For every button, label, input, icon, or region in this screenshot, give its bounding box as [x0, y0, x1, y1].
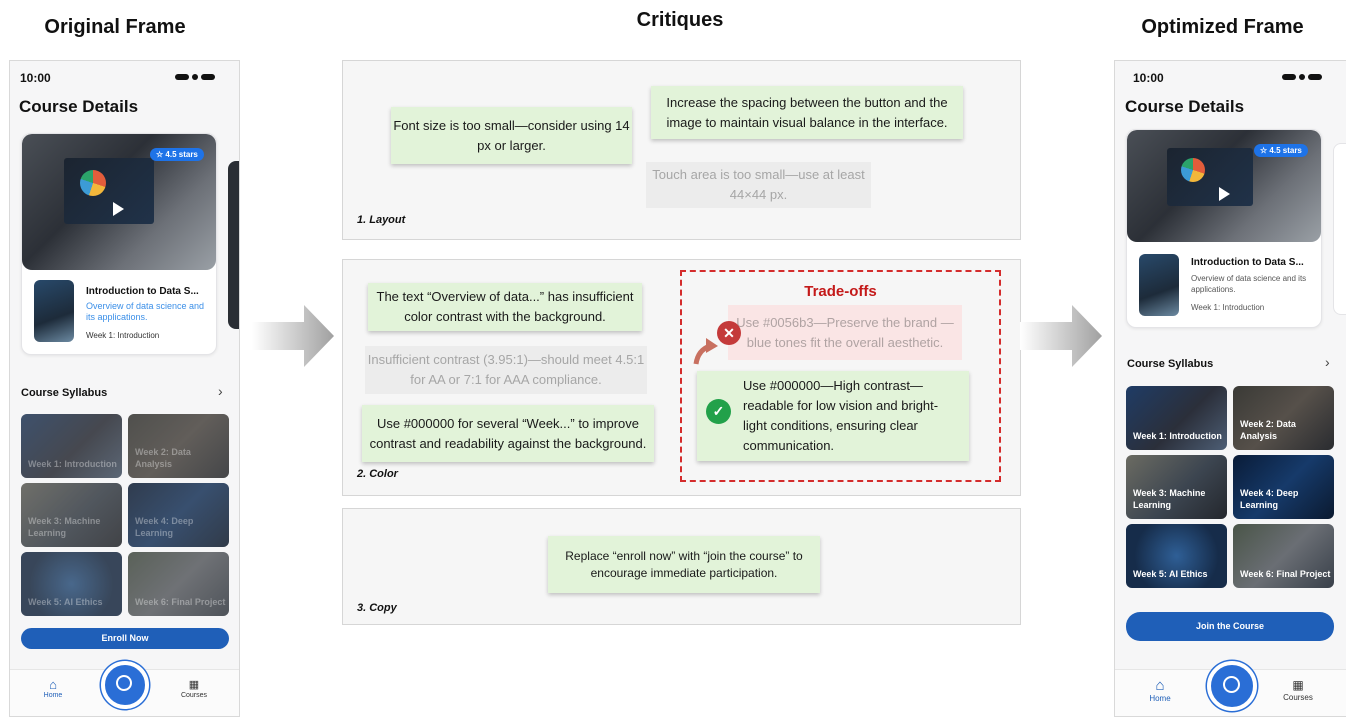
syllabus-tile-week1[interactable]: Week 1: Introduction — [1126, 386, 1227, 450]
tile-label: Week 5: AI Ethics — [1133, 569, 1208, 579]
courses-icon: ▦ — [1292, 678, 1304, 692]
rating-badge: ☆ 4.5 stars — [1254, 144, 1308, 157]
rating-badge: ☆ 4.5 stars — [150, 148, 204, 161]
nav-home-label: Home — [43, 692, 63, 699]
course-title[interactable]: Introduction to Data S... — [86, 286, 199, 297]
contrast-text-critique: The text “Overview of data...” has insuf… — [368, 283, 642, 331]
home-icon: ⌂ — [1155, 677, 1165, 694]
course-description: Overview of data science and its applica… — [1191, 274, 1307, 294]
syllabus-tile-week2[interactable]: Week 2: Data Analysis — [1233, 386, 1334, 450]
chat-fab[interactable] — [101, 661, 149, 709]
tile-label: Week 1: Introduction — [1133, 431, 1222, 441]
original-frame-heading: Original Frame — [44, 16, 186, 38]
nav-courses-label: Courses — [1283, 693, 1313, 702]
rating-text: 4.5 stars — [1269, 146, 1302, 155]
optimized-frame-heading: Optimized Frame — [1141, 16, 1304, 38]
nav-courses-label: Courses — [180, 692, 208, 699]
syllabus-tile-week5[interactable]: Week 5: AI Ethics — [21, 552, 122, 616]
nav-home[interactable]: ⌂ Home — [1145, 677, 1175, 704]
optimized-phone-frame: 10:00 Course Details ☆ 4.5 stars Introdu… — [1114, 60, 1346, 717]
critiques-heading: Critiques — [636, 9, 724, 31]
chat-fab[interactable] — [1207, 661, 1257, 711]
course-card[interactable]: ☆ 4.5 stars Introduction to Data S... Ov… — [1126, 129, 1322, 328]
tile-label: Week 6: Final Project — [1240, 569, 1331, 579]
tile-label: Week 2: Data Analysis — [1240, 419, 1296, 441]
tile-label: Week 3: Machine Learning — [28, 516, 101, 538]
status-time: 10:00 — [1133, 71, 1164, 85]
page-title: Course Details — [19, 97, 139, 116]
touch-area-critique: Touch area is too small—use at least 44×… — [646, 162, 871, 208]
tile-label: Week 5: AI Ethics — [28, 597, 103, 607]
chat-icon — [1223, 676, 1240, 693]
syllabus-title: Course Syllabus — [21, 387, 108, 399]
syllabus-tile-week3[interactable]: Week 3: Machine Learning — [21, 483, 122, 547]
tile-label: Week 3: Machine Learning — [1133, 488, 1206, 510]
status-icons — [1282, 74, 1322, 80]
tile-label: Week 6: Final Project — [135, 597, 226, 607]
accepted-option: Use #000000—High contrast—readable for l… — [697, 371, 969, 461]
nav-home[interactable]: ⌂ Home — [38, 677, 68, 700]
tile-label: Week 4: Deep Learning — [135, 516, 194, 538]
syllabus-tile-week1[interactable]: Week 1: Introduction — [21, 414, 122, 478]
week-color-critique: Use #000000 for several “Week...” to imp… — [362, 405, 654, 462]
flow-arrow-right — [1020, 305, 1102, 367]
color-label: 2. Color — [357, 468, 398, 480]
chat-icon — [116, 675, 132, 691]
tradeoffs-title: Trade-offs — [804, 283, 877, 300]
copy-label: 3. Copy — [357, 602, 397, 614]
contrast-ratio-critique: Insufficient contrast (3.95:1)—should me… — [365, 346, 647, 394]
course-week: Week 1: Introduction — [1191, 303, 1265, 312]
course-thumbnail — [1139, 254, 1179, 316]
syllabus-tile-week4[interactable]: Week 4: Deep Learning — [1233, 455, 1334, 519]
course-hero-image: ☆ 4.5 stars — [22, 134, 216, 270]
next-card-peek[interactable] — [1333, 143, 1346, 315]
play-icon[interactable] — [113, 202, 124, 216]
syllabus-tile-week6[interactable]: Week 6: Final Project — [1233, 524, 1334, 588]
next-card-peek[interactable] — [228, 161, 239, 329]
course-card[interactable]: ☆ 4.5 stars Introduction to Data S... Ov… — [21, 133, 217, 355]
chevron-right-icon[interactable]: › — [218, 383, 223, 399]
tile-label: Week 1: Introduction — [28, 459, 117, 469]
courses-icon: ▦ — [188, 679, 200, 691]
join-course-button[interactable]: Join the Course — [1126, 612, 1334, 641]
nav-courses[interactable]: ▦ Courses — [1280, 678, 1316, 702]
syllabus-tile-week2[interactable]: Week 2: Data Analysis — [128, 414, 229, 478]
tile-label: Week 2: Data Analysis — [135, 447, 191, 469]
accepted-option-text: Use #000000—High contrast—readable for l… — [743, 378, 939, 453]
syllabus-tile-week3[interactable]: Week 3: Machine Learning — [1126, 455, 1227, 519]
home-icon: ⌂ — [49, 677, 57, 692]
status-icons — [175, 74, 215, 80]
reject-icon: ✕ — [717, 321, 741, 345]
rating-text: 4.5 stars — [165, 150, 198, 159]
page-title: Course Details — [1125, 97, 1245, 116]
layout-label: 1. Layout — [357, 214, 406, 226]
nav-courses[interactable]: ▦ Courses — [179, 678, 209, 699]
syllabus-tile-week4[interactable]: Week 4: Deep Learning — [128, 483, 229, 547]
status-time: 10:00 — [20, 71, 51, 85]
enroll-now-button[interactable]: Enroll Now — [21, 628, 229, 649]
syllabus-tile-week5[interactable]: Week 5: AI Ethics — [1126, 524, 1227, 588]
tile-label: Week 4: Deep Learning — [1240, 488, 1299, 510]
course-hero-image: ☆ 4.5 stars — [1127, 130, 1321, 242]
curved-arrow-icon — [693, 338, 718, 365]
course-title[interactable]: Introduction to Data S... — [1191, 257, 1304, 268]
syllabus-tile-week6[interactable]: Week 6: Final Project — [128, 552, 229, 616]
play-icon[interactable] — [1219, 187, 1230, 201]
course-week: Week 1: Introduction — [86, 331, 160, 340]
check-icon: ✓ — [706, 399, 731, 424]
rejected-option: Use #0056b3—Preserve the brand —blue ton… — [728, 305, 962, 360]
syllabus-title: Course Syllabus — [1127, 358, 1214, 370]
nav-home-label: Home — [1149, 694, 1171, 703]
chevron-right-icon[interactable]: › — [1325, 354, 1330, 370]
font-size-critique: Font size is too small—consider using 14… — [391, 107, 632, 164]
spacing-critique: Increase the spacing between the button … — [651, 86, 963, 139]
course-thumbnail — [34, 280, 74, 342]
course-description: Overview of data science and its applica… — [86, 301, 205, 322]
original-phone-frame: 10:00 Course Details ☆ 4.5 stars Introdu… — [9, 60, 240, 717]
flow-arrow-left — [252, 305, 334, 367]
cta-copy-critique: Replace “enroll now” with “join the cour… — [548, 536, 820, 593]
